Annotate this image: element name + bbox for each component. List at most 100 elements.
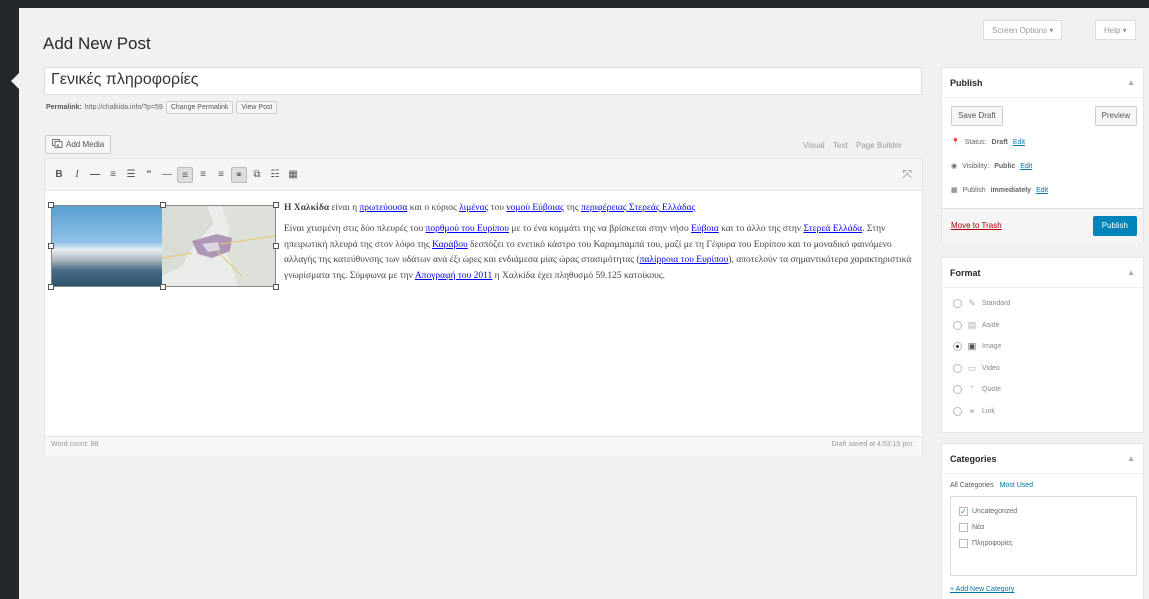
link[interactable]: Εύβοια bbox=[691, 224, 719, 234]
status-value: Draft bbox=[991, 138, 1008, 146]
link[interactable]: νομού Εύβοιας bbox=[506, 203, 563, 213]
checkbox[interactable] bbox=[959, 539, 968, 548]
format-label: Standard bbox=[982, 300, 1011, 307]
permalink-url[interactable]: http://chalkida.info/?p=59 bbox=[85, 104, 163, 111]
strikethrough-icon[interactable]: — bbox=[87, 167, 103, 183]
format-option-aside[interactable]: ▤ Aside bbox=[953, 320, 1000, 331]
categories-box-header[interactable]: Categories ▲ bbox=[942, 444, 1143, 474]
add-new-category-link[interactable]: + Add New Category bbox=[950, 586, 1014, 593]
resize-handle[interactable] bbox=[160, 284, 166, 290]
radio-button[interactable] bbox=[953, 342, 962, 351]
link[interactable]: πρωτεύουσα bbox=[360, 203, 408, 213]
link[interactable]: λιμένας bbox=[459, 203, 488, 213]
format-option-link[interactable]: ⚭ Link bbox=[953, 406, 995, 417]
remove-link-icon[interactable]: ⧉ bbox=[249, 167, 265, 183]
category-item[interactable]: ✓ Uncategorized bbox=[959, 507, 1017, 516]
post-title-input[interactable]: Γενικές πληροφορίες bbox=[44, 67, 922, 95]
visibility-row: ◉ Visibility: Public Edit bbox=[951, 162, 1032, 171]
category-item[interactable]: Νέα bbox=[959, 523, 984, 532]
toggle-caret-icon[interactable]: ▲ bbox=[1127, 268, 1135, 277]
tab-page-builder[interactable]: Page Builder bbox=[856, 141, 902, 150]
blockquote-icon[interactable]: “ bbox=[141, 167, 157, 183]
radio-button[interactable] bbox=[953, 407, 962, 416]
tab-visual[interactable]: Visual bbox=[803, 141, 825, 150]
resize-handle[interactable] bbox=[160, 202, 166, 208]
align-right-icon[interactable]: ≡ bbox=[213, 167, 229, 183]
checkbox[interactable]: ✓ bbox=[959, 507, 968, 516]
help-button[interactable]: Help ▾ bbox=[1095, 20, 1136, 40]
toolbar-toggle-icon[interactable]: ▦ bbox=[285, 167, 301, 183]
radio-button[interactable] bbox=[953, 321, 962, 330]
publish-time-value: immediately bbox=[990, 186, 1032, 194]
publish-box-header[interactable]: Publish ▲ bbox=[942, 68, 1143, 98]
draft-saved-status: Draft saved at 4:53:15 pm. bbox=[831, 441, 915, 448]
radio-button[interactable] bbox=[953, 384, 962, 394]
permalink-row: Permalink: http://chalkida.info/?p=59 Ch… bbox=[46, 101, 278, 114]
horizontal-line-icon[interactable]: — bbox=[159, 167, 175, 183]
radio-button[interactable] bbox=[953, 299, 962, 308]
link[interactable]: πορθμού του Ευρίπου bbox=[426, 224, 509, 234]
resize-handle[interactable] bbox=[273, 202, 279, 208]
category-item[interactable]: Πληροφορίες bbox=[959, 539, 1013, 548]
bold-text: Η Χαλκίδα bbox=[284, 203, 330, 213]
visibility-value: Public bbox=[994, 162, 1016, 170]
format-box-header[interactable]: Format ▲ bbox=[942, 258, 1143, 288]
format-option-image[interactable]: ▣ Image bbox=[953, 341, 1001, 352]
aside-icon: ▤ bbox=[967, 320, 977, 330]
link[interactable]: περιφέρειας Στερεάς Ελλάδας bbox=[581, 203, 695, 213]
text: Είναι χτισμένη στις δύο πλευρές του bbox=[284, 224, 426, 235]
add-media-button[interactable]: Add Media bbox=[45, 135, 112, 154]
format-box: Format ▲ ✎ Standard ▤ Aside ▣ Image ▭ Video “… bbox=[941, 257, 1144, 433]
publish-title: Publish bbox=[950, 78, 983, 88]
editor-toolbar: B I — ≡ ☰ “ — ≡ ≡ ≡ ⚭ ⧉ ☷ ▦ ⤧ bbox=[45, 159, 922, 191]
tab-text[interactable]: Text bbox=[833, 141, 848, 150]
toggle-caret-icon[interactable]: ▲ bbox=[1127, 78, 1135, 87]
format-option-video[interactable]: ▭ Video bbox=[953, 363, 1000, 374]
preview-button[interactable]: Preview bbox=[1094, 106, 1137, 126]
align-center-icon[interactable]: ≡ bbox=[195, 167, 211, 183]
categories-title: Categories bbox=[950, 454, 997, 464]
edit-visibility-link[interactable]: Edit bbox=[1020, 163, 1032, 170]
resize-handle[interactable] bbox=[48, 202, 54, 208]
link[interactable]: παλίρροια του Ευρίπου bbox=[640, 255, 729, 265]
move-to-trash-link[interactable]: Move to Trash bbox=[951, 221, 1002, 230]
resize-handle[interactable] bbox=[273, 284, 279, 290]
bullet-list-icon[interactable]: ≡ bbox=[105, 167, 121, 183]
align-left-icon[interactable]: ≡ bbox=[177, 167, 193, 183]
screen-options-button[interactable]: Screen Options ▾ bbox=[983, 20, 1063, 40]
pin-icon: 📍 bbox=[951, 139, 960, 146]
insert-link-icon[interactable]: ⚭ bbox=[231, 167, 247, 183]
save-draft-button[interactable]: Save Draft bbox=[951, 106, 1003, 126]
radio-button[interactable] bbox=[953, 364, 962, 373]
format-label: Image bbox=[982, 343, 1002, 350]
edit-status-link[interactable]: Edit bbox=[1013, 139, 1025, 146]
editor-content[interactable]: Η Χαλκίδα είναι η πρωτεύουσα και ο κύριο… bbox=[48, 201, 913, 291]
view-post-button[interactable]: View Post bbox=[236, 101, 278, 114]
publish-button[interactable]: Publish bbox=[1092, 216, 1137, 236]
format-label: Quote bbox=[982, 385, 1002, 393]
tab-all-categories[interactable]: All Categories bbox=[950, 482, 994, 489]
post-image[interactable] bbox=[48, 202, 279, 290]
italic-icon[interactable]: I bbox=[69, 167, 85, 183]
link-icon: ⚭ bbox=[968, 406, 976, 416]
status-row: 📍 Status: Draft Edit bbox=[951, 138, 1025, 147]
read-more-icon[interactable]: ☷ bbox=[267, 167, 283, 183]
link[interactable]: Καράβου bbox=[432, 240, 468, 250]
bold-icon[interactable]: B bbox=[51, 167, 67, 183]
fullscreen-icon[interactable]: ⤧ bbox=[902, 167, 912, 182]
link[interactable]: Απογραφή του 2011 bbox=[415, 271, 492, 281]
numbered-list-icon[interactable]: ☰ bbox=[123, 167, 139, 183]
tab-most-used[interactable]: Most Used bbox=[1000, 482, 1033, 489]
resize-handle[interactable] bbox=[273, 243, 279, 249]
text: της bbox=[563, 203, 582, 213]
format-option-quote[interactable]: “ Quote bbox=[953, 384, 1001, 394]
format-option-standard[interactable]: ✎ Standard bbox=[953, 298, 1010, 309]
link[interactable]: Στερεά Ελλάδα bbox=[803, 224, 862, 234]
toggle-caret-icon[interactable]: ▲ bbox=[1127, 454, 1135, 463]
edit-publish-time-link[interactable]: Edit bbox=[1036, 187, 1048, 194]
editor-status-bar: Word count: 88 Draft saved at 4:53:15 pm… bbox=[45, 436, 922, 456]
resize-handle[interactable] bbox=[48, 243, 54, 249]
resize-handle[interactable] bbox=[48, 284, 54, 290]
checkbox[interactable] bbox=[959, 523, 968, 532]
change-permalink-button[interactable]: Change Permalink bbox=[165, 101, 234, 114]
